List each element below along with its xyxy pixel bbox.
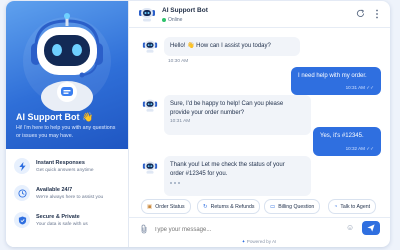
chat-app-window: AI Support Bot 👋 Hi! I'm here to help yo…: [6, 1, 390, 247]
refresh-icon[interactable]: [356, 9, 365, 18]
quick-reply-order-status[interactable]: ▣ Order Status: [141, 199, 191, 214]
message-text: Yes, it's #12345.: [320, 133, 364, 139]
feature-item-available: Available 24/7 We're always here to assi…: [6, 181, 128, 209]
message-time: 10:32 AM ✓✓: [345, 146, 374, 151]
quick-reply-agent[interactable]: ◔ Talk to Agent: [328, 199, 377, 214]
card-icon: ▭: [270, 203, 276, 210]
chip-label: Talk to Agent: [340, 203, 371, 210]
feature-title: Instant Responses: [36, 160, 85, 166]
hero-panel: AI Support Bot 👋 Hi! I'm here to help yo…: [6, 1, 128, 149]
more-options-icon[interactable]: [375, 9, 379, 19]
bot-avatar: [139, 8, 155, 22]
sidebar-title: AI Support Bot 👋: [16, 112, 94, 122]
shield-icon: [14, 212, 30, 228]
send-icon: [367, 224, 375, 232]
headset-icon: ◔: [334, 203, 338, 210]
quick-reply-billing[interactable]: ▭ Billing Question: [264, 199, 321, 214]
send-button[interactable]: [362, 221, 380, 235]
message-input[interactable]: [152, 222, 352, 238]
box-icon: ▣: [147, 203, 153, 210]
online-dot: [162, 17, 166, 22]
message-text-line: provide your order number?: [170, 109, 245, 116]
bot-message: Hello! 👋 How can I assist you today?: [164, 37, 300, 56]
typing-indicator: [170, 179, 182, 188]
powered-by: ✦ Powered by AI: [128, 239, 390, 245]
quick-reply-returns[interactable]: ↻ Returns & Refunds: [197, 199, 261, 214]
attachment-icon[interactable]: [140, 224, 148, 234]
feature-item-instant: Instant Responses Get quick answers anyt…: [6, 154, 128, 182]
emoji-icon[interactable]: ☺: [346, 223, 354, 232]
message-text: I need help with my order.: [298, 73, 367, 79]
feature-item-secure: Secure & Private Your data is safe with …: [6, 208, 128, 236]
feature-desc: Your data is safe with us: [36, 222, 88, 227]
clock-icon: [14, 185, 30, 201]
wave-emoji: 👋: [82, 112, 94, 122]
user-message: Yes, it's #12345. 10:32 AM ✓✓: [313, 127, 381, 156]
status-text: Online: [168, 17, 183, 23]
chip-label: Returns & Refunds: [210, 203, 255, 210]
return-icon: ↻: [203, 203, 208, 210]
feature-desc: We're always here to assist you: [36, 195, 104, 200]
message-time: 10:31 AM ✓✓: [345, 85, 374, 90]
chat-title: AI Support Bot: [162, 7, 208, 14]
online-status: Online: [162, 17, 182, 23]
feature-title: Secure & Private: [36, 214, 80, 220]
bot-message: Thank you! Let me check the status of yo…: [164, 156, 311, 196]
powered-by-text: Powered by AI: [246, 239, 277, 244]
feature-title: Available 24/7: [36, 187, 73, 193]
chat-header: AI Support Bot Online: [128, 1, 390, 28]
message-text-line: order #12345 for you.: [170, 170, 228, 177]
sidebar-subtitle: Hi! I'm here to help you with any questi…: [16, 125, 116, 139]
message-text-line: Thank you! Let me check the status of yo…: [170, 162, 285, 168]
message-composer: ☺ ✦ Powered by AI: [128, 217, 390, 247]
lightning-icon: [14, 158, 30, 174]
sidebar: AI Support Bot 👋 Hi! I'm here to help yo…: [6, 1, 129, 247]
robot-illustration: [23, 13, 111, 111]
chip-label: Order Status: [155, 203, 185, 210]
feature-desc: Get quick answers anytime: [36, 168, 94, 173]
bot-avatar: [142, 161, 158, 174]
chip-label: Billing Question: [278, 203, 315, 210]
bot-avatar: [142, 99, 158, 112]
bot-message: Sure, I'd be happy to help! Can you plea…: [164, 95, 311, 135]
user-message: I need help with my order. 10:31 AM ✓✓: [291, 67, 381, 95]
message-time: 10:31 AM: [170, 119, 191, 124]
message-time: 10:30 AM: [168, 59, 189, 64]
quick-replies: ▣ Order Status ↻ Returns & Refunds ▭ Bil…: [136, 199, 386, 214]
chat-panel: AI Support Bot Online Hello! 👋 How can I…: [128, 1, 390, 247]
bot-avatar: [142, 40, 158, 53]
message-text: Hello! 👋 How can I assist you today?: [170, 43, 271, 49]
sparkle-icon: ✦: [241, 239, 246, 244]
message-text-line: Sure, I'd be happy to help! Can you plea…: [170, 101, 284, 107]
